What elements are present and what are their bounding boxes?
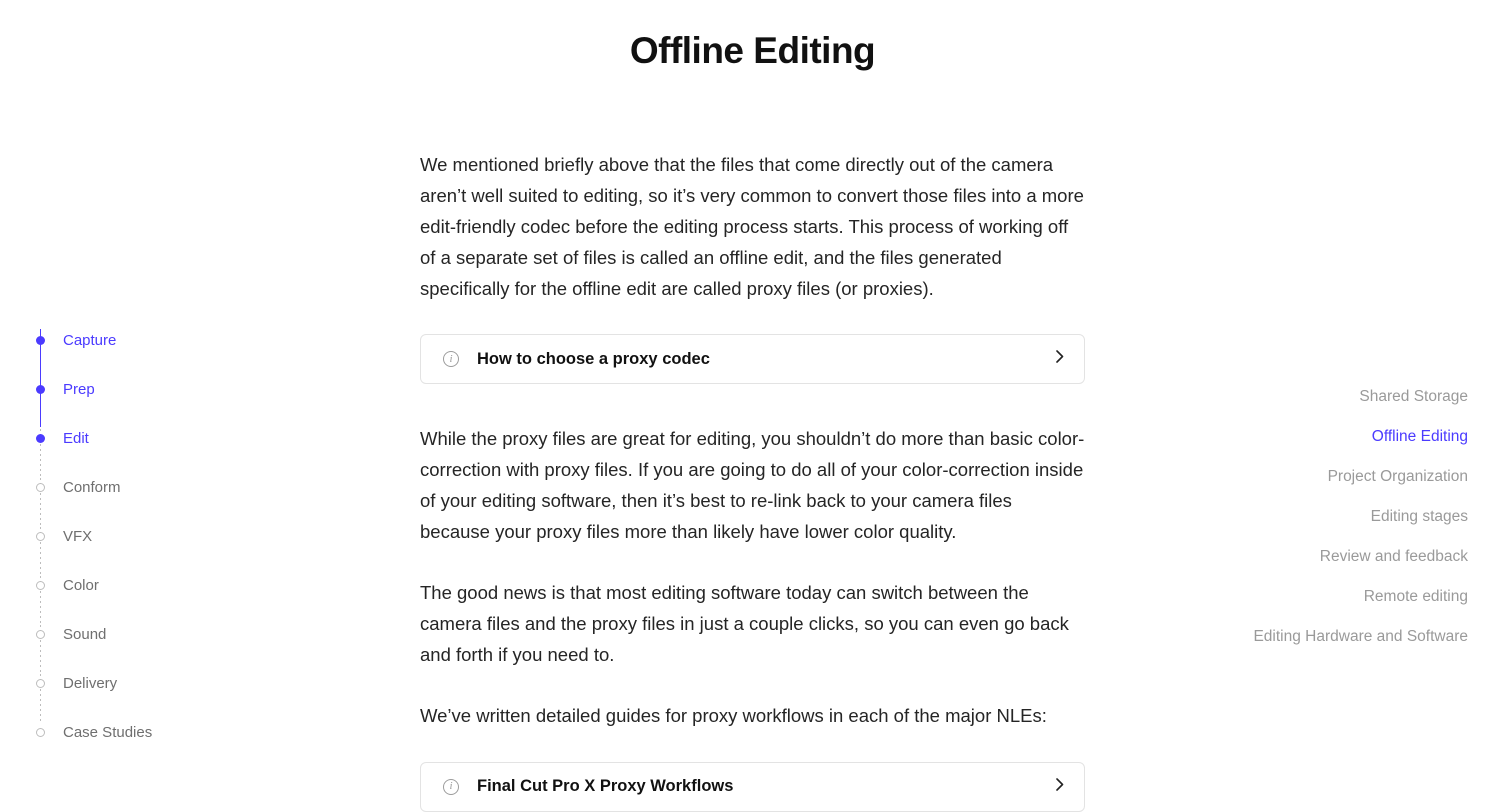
section-link-editing-stages[interactable]: Editing stages (1253, 508, 1468, 526)
stage-label: Capture (63, 332, 116, 349)
stage-label: Color (63, 577, 99, 594)
stage-dot-icon (36, 434, 45, 443)
link-card-label: How to choose a proxy codec (477, 350, 1056, 369)
stage-label: Prep (63, 381, 95, 398)
section-link-remote-editing[interactable]: Remote editing (1253, 588, 1468, 606)
stage-label: Sound (63, 626, 106, 643)
stage-dot-icon (36, 336, 45, 345)
stage-dot-icon (36, 532, 45, 541)
paragraph: We mentioned briefly above that the file… (420, 150, 1085, 304)
link-card-label: Final Cut Pro X Proxy Workflows (477, 777, 1056, 796)
stage-delivery[interactable]: Delivery (36, 659, 256, 708)
stage-dot-icon (36, 581, 45, 590)
chevron-right-icon (1056, 778, 1064, 796)
stage-dot-icon (36, 728, 45, 737)
stage-dot-icon (36, 483, 45, 492)
paragraph: While the proxy files are great for edit… (420, 424, 1085, 548)
stage-label: Delivery (63, 675, 117, 692)
link-card-fcpx-proxy[interactable]: Final Cut Pro X Proxy Workflows (420, 762, 1085, 812)
page-title: Offline Editing (420, 30, 1085, 72)
paragraph: We’ve written detailed guides for proxy … (420, 701, 1085, 732)
chevron-right-icon (1056, 350, 1064, 368)
article-body: Offline Editing We mentioned briefly abo… (420, 30, 1085, 812)
section-link-offline-editing[interactable]: Offline Editing (1253, 428, 1468, 446)
stage-color[interactable]: Color (36, 561, 256, 610)
paragraph: The good news is that most editing softw… (420, 578, 1085, 671)
stage-label: VFX (63, 528, 92, 545)
stage-dot-icon (36, 679, 45, 688)
stage-vfx[interactable]: VFX (36, 512, 256, 561)
section-link-project-organization[interactable]: Project Organization (1253, 468, 1468, 486)
stage-prep[interactable]: Prep (36, 365, 256, 414)
stage-dot-icon (36, 630, 45, 639)
stage-edit[interactable]: Edit (36, 414, 256, 463)
stage-case-studies[interactable]: Case Studies (36, 708, 256, 757)
stage-dot-icon (36, 385, 45, 394)
right-section-nav: Shared Storage Offline Editing Project O… (1253, 388, 1468, 668)
info-icon (443, 351, 459, 367)
stage-capture[interactable]: Capture (36, 316, 256, 365)
section-link-review-feedback[interactable]: Review and feedback (1253, 548, 1468, 566)
stage-label: Conform (63, 479, 121, 496)
section-link-hardware-software[interactable]: Editing Hardware and Software (1253, 628, 1468, 646)
info-icon (443, 779, 459, 795)
stage-sound[interactable]: Sound (36, 610, 256, 659)
stage-conform[interactable]: Conform (36, 463, 256, 512)
left-stage-nav: Capture Prep Edit Conform VFX Color Soun… (36, 316, 256, 757)
stage-label: Edit (63, 430, 89, 447)
stage-label: Case Studies (63, 724, 152, 741)
section-link-shared-storage[interactable]: Shared Storage (1253, 388, 1468, 406)
link-card-proxy-codec[interactable]: How to choose a proxy codec (420, 334, 1085, 384)
